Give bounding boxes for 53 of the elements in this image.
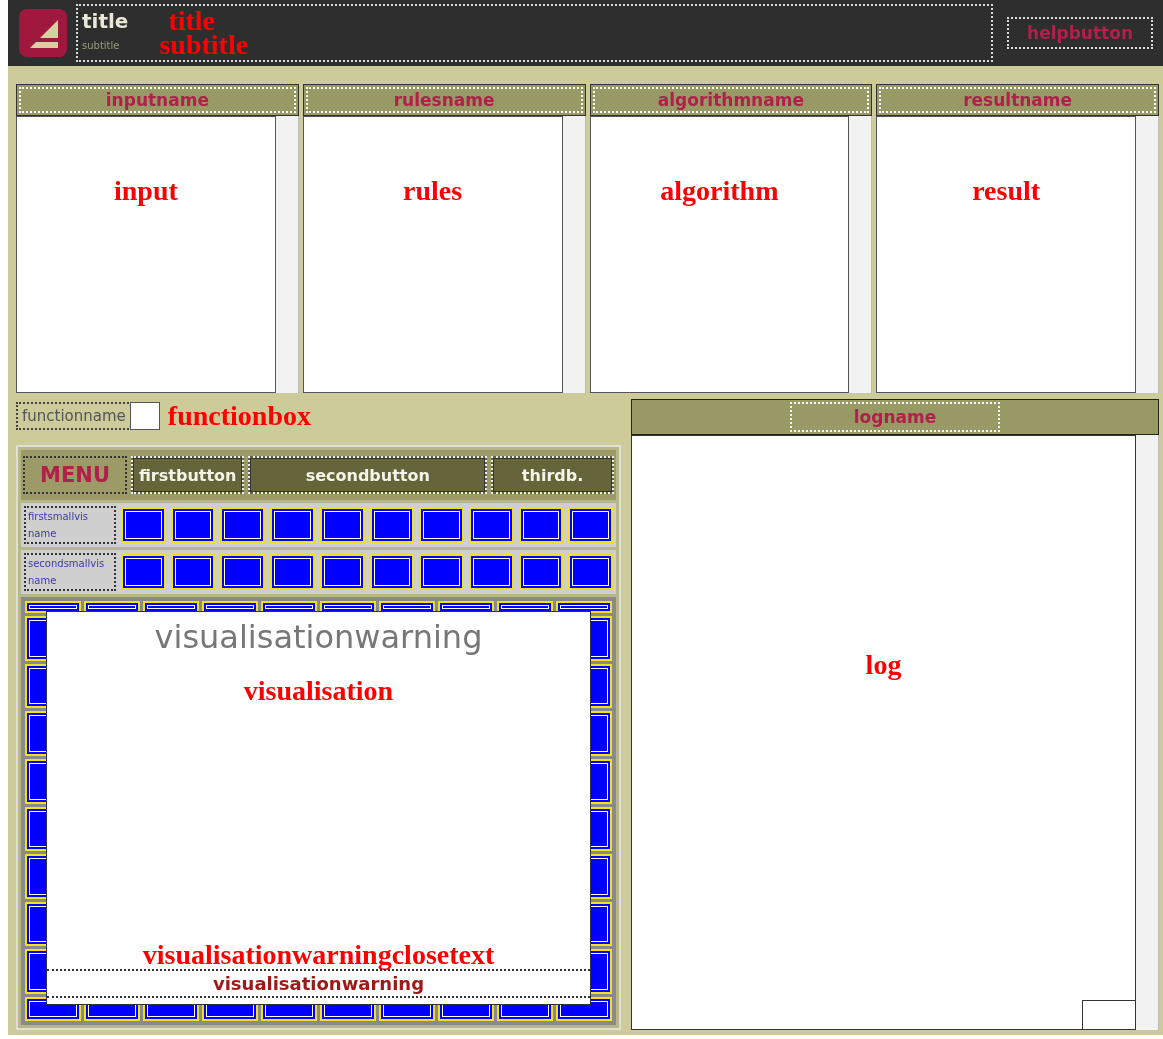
panel-name: algorithmname [592,87,870,113]
panel-annotation: result [972,177,1041,205]
warning-close-text: visualisationwarning [212,973,425,994]
logo-icon [18,8,68,58]
app-title: title [82,9,129,33]
vis-tile[interactable] [369,507,415,543]
function-annotation: functionbox [167,402,311,430]
function-input[interactable] [129,402,160,430]
warning-title: visualisationwarning [154,620,483,656]
panel-annotation: rules [403,177,463,205]
vis-tile[interactable] [319,554,365,590]
vis-tile[interactable] [170,554,216,590]
small-vis-name: firstsmallvis name [24,506,116,544]
vis-tile[interactable] [518,507,564,543]
vis-tile[interactable] [419,507,464,543]
app-subtitle: subtitle [82,39,120,51]
scrollbar[interactable] [1136,435,1159,1030]
scrollbar[interactable] [275,116,299,393]
scrollbar[interactable] [1136,116,1159,393]
close-text-annotation: visualisationwarningclosetext [142,941,495,969]
resize-corner[interactable] [1082,1000,1136,1030]
log-annotation: log [865,651,902,682]
vis-tile[interactable] [220,507,266,543]
menu-button[interactable]: firstbutton [131,456,245,494]
vis-tile[interactable] [468,507,514,543]
scrollbar[interactable] [849,116,873,393]
log-name: logname [790,402,1000,432]
menu-button[interactable]: thirdb. [491,456,614,494]
menu-button[interactable]: secondbutton [248,456,488,494]
small-vis-name: secondsmallvis name [24,553,116,591]
panel-name: inputname [19,87,296,113]
panel-annotation: algorithm [660,177,779,205]
vis-tile[interactable] [220,554,266,590]
vis-tile[interactable] [270,507,315,543]
vis-tile[interactable] [121,507,166,543]
scrollbar[interactable] [562,116,586,393]
vis-tile[interactable] [369,554,415,590]
vis-tile[interactable] [568,507,614,543]
vis-tile[interactable] [25,601,81,613]
vis-tile[interactable] [319,507,365,543]
vis-tile[interactable] [468,554,514,590]
vis-tile[interactable] [419,554,464,590]
panel-annotation: input [113,177,178,205]
vis-tile[interactable] [121,554,166,590]
panel-name: rulesname [305,87,583,113]
warning-close-bar[interactable]: visualisationwarning [47,969,590,998]
panel-name: resultname [879,87,1156,113]
visualisation-annotation: visualisation [243,677,394,706]
vis-tile[interactable] [568,554,614,590]
vis-tile[interactable] [270,554,315,590]
menu-label: MENU [23,456,127,494]
vis-tile[interactable] [170,507,216,543]
vis-tile[interactable] [518,554,564,590]
